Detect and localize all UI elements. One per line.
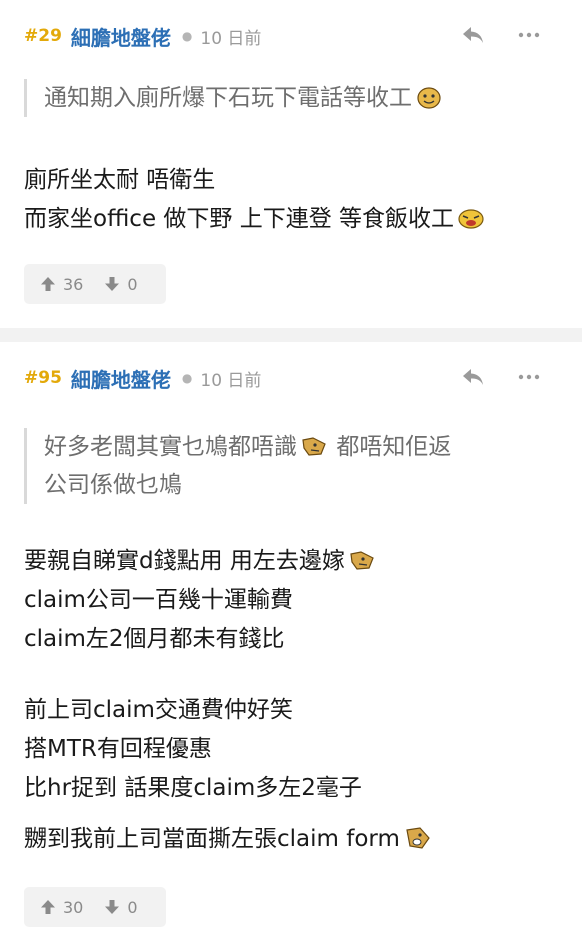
upvote-count: 36 bbox=[63, 274, 84, 294]
downvote-count: 0 bbox=[127, 274, 138, 294]
more-icon[interactable] bbox=[516, 366, 542, 388]
post: #29 細膽地盤佬 ● 10 日前 通知期入廁所爆下石玩下電話等收工 廁所坐太耐… bbox=[0, 0, 582, 328]
post-number[interactable]: #29 bbox=[24, 26, 62, 46]
post-divider bbox=[0, 328, 582, 342]
post-body: 要親自睇實d錢點用 用左去邊嫁 claim公司一百幾十運輸費 claim左2個月… bbox=[24, 542, 564, 859]
body-line: 要親自睇實d錢點用 用左去邊嫁 bbox=[24, 542, 564, 581]
body-line: 廁所坐太耐 唔衛生 bbox=[24, 167, 216, 193]
quote-text: 公司係做乜鳩 bbox=[44, 472, 182, 498]
upvote-arrow-icon bbox=[41, 277, 55, 291]
upvote-button[interactable]: 30 bbox=[33, 898, 89, 917]
more-icon[interactable] bbox=[516, 24, 542, 46]
emoji-icon bbox=[350, 551, 374, 570]
body-line: claim公司一百幾十運輸費 bbox=[24, 587, 293, 613]
reply-icon[interactable] bbox=[460, 24, 486, 46]
emoji-icon bbox=[302, 437, 326, 456]
body-line: 前上司claim交通費仲好笑 bbox=[24, 697, 293, 723]
post-time: 10 日前 bbox=[200, 370, 262, 391]
body-line: 搭MTR有回程優惠 bbox=[24, 736, 212, 762]
downvote-count: 0 bbox=[127, 897, 138, 917]
downvote-button[interactable]: 0 bbox=[97, 275, 143, 294]
quote-text: 通知期入廁所爆下石玩下電話等收工 bbox=[44, 85, 412, 111]
quote-text: 好多老闆其實乜鳩都唔識 bbox=[44, 434, 297, 460]
upvote-button[interactable]: 36 bbox=[33, 275, 89, 294]
post-header: #95 細膽地盤佬 ● 10 日前 bbox=[24, 364, 261, 392]
emoji-icon bbox=[417, 87, 441, 109]
body-line: claim左2個月都未有錢比 bbox=[24, 626, 285, 652]
body-line: 而家坐office 做下野 上下連登 等食飯收工 bbox=[24, 200, 564, 239]
username[interactable]: 細膽地盤佬 bbox=[71, 22, 171, 51]
post-time: 10 日前 bbox=[200, 28, 262, 49]
separator-dot: ● bbox=[181, 29, 193, 43]
post-body: 廁所坐太耐 唔衛生 而家坐office 做下野 上下連登 等食飯收工 bbox=[24, 161, 564, 239]
emoji-icon bbox=[406, 827, 430, 849]
username[interactable]: 細膽地盤佬 bbox=[71, 364, 171, 393]
upvote-count: 30 bbox=[63, 897, 84, 917]
upvote-arrow-icon bbox=[41, 900, 55, 914]
quote-text: 都唔知佢返 bbox=[336, 434, 452, 460]
post: #95 細膽地盤佬 ● 10 日前 好多老闆其實乜鳩都唔識 都唔知佢返 公司係做… bbox=[0, 342, 582, 946]
reply-icon[interactable] bbox=[460, 366, 486, 388]
quote-block: 好多老闆其實乜鳩都唔識 都唔知佢返 公司係做乜鳩 bbox=[24, 428, 564, 504]
downvote-arrow-icon bbox=[105, 900, 120, 914]
post-header: #29 細膽地盤佬 ● 10 日前 bbox=[24, 22, 261, 50]
vote-bar: 36 0 bbox=[24, 264, 166, 304]
vote-bar: 30 0 bbox=[24, 887, 166, 927]
quote-block: 通知期入廁所爆下石玩下電話等收工 bbox=[24, 79, 564, 117]
post-number[interactable]: #95 bbox=[24, 368, 62, 388]
separator-dot: ● bbox=[181, 371, 193, 385]
downvote-button[interactable]: 0 bbox=[97, 898, 143, 917]
emoji-icon bbox=[458, 209, 484, 229]
downvote-arrow-icon bbox=[105, 277, 120, 291]
body-line: 比hr捉到 話果度claim多左2毫子 bbox=[24, 775, 362, 801]
body-line: 嬲到我前上司當面撕左張claim form bbox=[24, 820, 564, 859]
